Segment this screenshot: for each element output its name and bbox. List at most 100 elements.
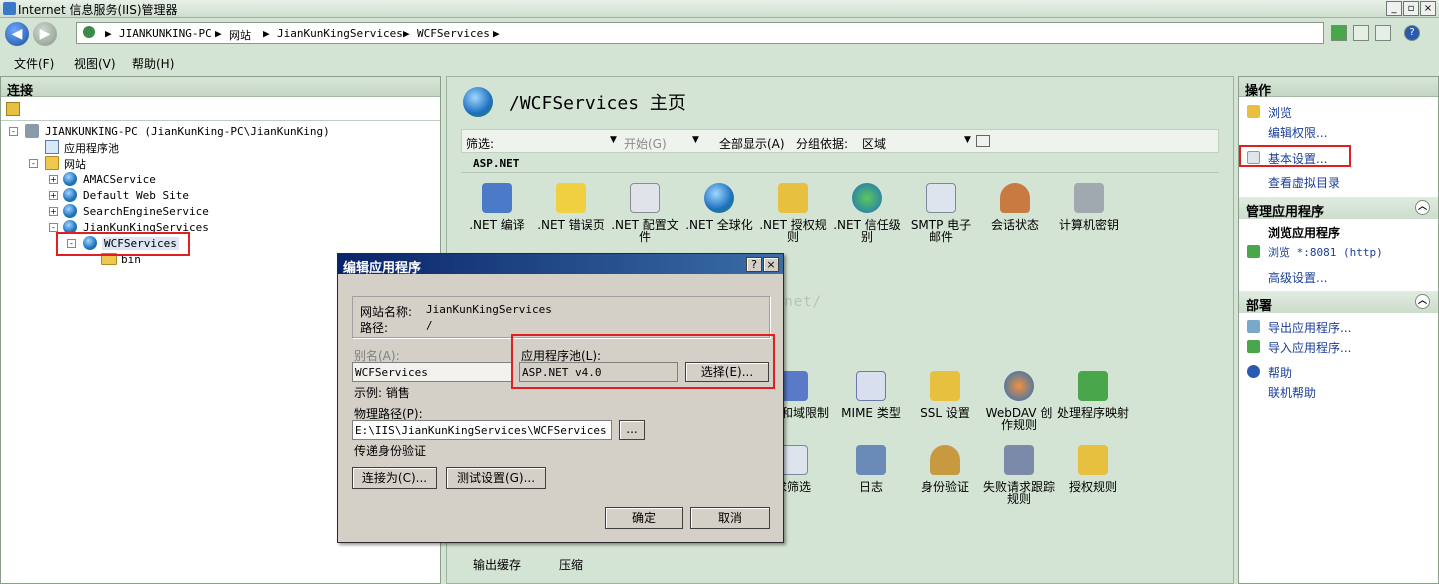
dialog-help-button[interactable]: ? <box>746 257 762 272</box>
action-browse-port[interactable]: 浏览 *:8081 (http) <box>1268 244 1383 260</box>
action-export-app[interactable]: 导出应用程序... <box>1268 319 1351 336</box>
action-advanced-settings[interactable]: 高级设置... <box>1268 269 1327 286</box>
collapse-chevron-icon[interactable]: ︿ <box>1415 294 1430 309</box>
new-connection-icon[interactable] <box>6 102 20 116</box>
feature-ssl[interactable]: SSL 设置 <box>909 371 981 419</box>
stop-icon[interactable] <box>1353 25 1369 41</box>
minimize-button[interactable]: _ <box>1386 1 1402 16</box>
tree-site-amac[interactable]: AMACService <box>83 173 156 186</box>
feature-failed-request-tracing[interactable]: 失败请求跟踪规则 <box>983 445 1055 505</box>
action-online-help[interactable]: 联机帮助 <box>1268 384 1316 401</box>
feature-net-compile[interactable]: .NET 编译 <box>461 183 533 231</box>
action-view-virtual-dirs[interactable]: 查看虚拟目录 <box>1268 174 1340 191</box>
action-help[interactable]: 帮助 <box>1268 364 1292 381</box>
expand-toggle-icon[interactable]: - <box>29 159 38 168</box>
tree-sites[interactable]: 网站 <box>64 156 86 172</box>
globe-icon <box>704 183 734 213</box>
feature-authorization-rules[interactable]: 授权规则 <box>1057 445 1129 493</box>
feature-net-globalization[interactable]: .NET 全球化 <box>683 183 755 231</box>
restore-button[interactable]: ▫ <box>1403 1 1419 16</box>
crumb-app[interactable]: WCFServices <box>417 27 490 40</box>
test-settings-button[interactable]: 测试设置(G)... <box>446 467 546 489</box>
tree-site-search[interactable]: SearchEngineService <box>83 205 209 218</box>
dropdown-arrow-icon[interactable]: ▼ <box>610 135 617 145</box>
close-button[interactable]: × <box>1420 1 1436 16</box>
help-icon[interactable]: ? <box>1404 25 1420 41</box>
handler-icon <box>1078 371 1108 401</box>
page-title: /WCFServices 主页 <box>509 93 686 114</box>
action-browse[interactable]: 浏览 <box>1268 104 1292 121</box>
feature-handler-mappings[interactable]: 处理程序映射 <box>1057 371 1129 419</box>
forward-arrow-icon[interactable]: ▶ <box>33 22 57 46</box>
group-header-aspnet: ASP.NET <box>473 157 520 170</box>
expand-toggle-icon[interactable]: + <box>49 191 58 200</box>
trust-globe-icon <box>852 183 882 213</box>
physical-path-input[interactable]: E:\IIS\JianKunKingServices\WCFServices <box>352 420 612 440</box>
address-bar[interactable]: ▶ JIANKUNKING-PC ▶ 网站 ▶ JianKunKingServi… <box>76 22 1324 44</box>
tree-server[interactable]: JIANKUNKING-PC (JianKunKing-PC\JianKunKi… <box>45 125 330 138</box>
menu-help[interactable]: 帮助(H) <box>132 55 174 72</box>
expand-toggle-icon[interactable]: - <box>9 127 18 136</box>
group-by-select[interactable]: 区域 <box>862 135 886 152</box>
back-arrow-icon[interactable]: ◀ <box>5 22 29 46</box>
tree-site-jiankunking[interactable]: JianKunKingServices <box>83 221 209 234</box>
action-basic-settings[interactable]: 基本设置... <box>1268 150 1327 167</box>
expand-toggle-icon[interactable]: + <box>49 175 58 184</box>
menu-file[interactable]: 文件(F) <box>14 55 54 72</box>
site-globe-icon <box>63 188 77 202</box>
tree-site-default[interactable]: Default Web Site <box>83 189 189 202</box>
feature-mime-types[interactable]: MIME 类型 <box>835 371 907 419</box>
path-label: 路径: <box>360 321 389 335</box>
browse-port-icon <box>1247 245 1260 258</box>
browse-app-label: 浏览应用程序 <box>1268 226 1341 240</box>
feature-net-authorization[interactable]: .NET 授权规则 <box>757 183 829 243</box>
browse-path-button[interactable]: ... <box>619 420 645 440</box>
feature-logging[interactable]: 日志 <box>835 445 907 493</box>
feature-net-error-pages[interactable]: .NET 错误页 <box>535 183 607 231</box>
expand-toggle-icon[interactable]: - <box>67 239 76 248</box>
feature-smtp[interactable]: SMTP 电子邮件 <box>905 183 977 243</box>
start-button[interactable]: 开始(G) <box>624 135 667 152</box>
cancel-button[interactable]: 取消 <box>690 507 770 529</box>
feature-session-state[interactable]: 会话状态 <box>979 183 1051 231</box>
feature-machine-key[interactable]: 计算机密钥 <box>1053 183 1125 231</box>
feature-net-trust[interactable]: .NET 信任级别 <box>831 183 903 243</box>
address-toolbar: ◀ ▶ ▶ JIANKUNKING-PC ▶ 网站 ▶ JianKunKingS… <box>0 18 1439 50</box>
action-import-app[interactable]: 导入应用程序... <box>1268 339 1351 356</box>
address-globe-icon <box>83 26 95 38</box>
select-pool-button[interactable]: 选择(E)... <box>685 362 769 382</box>
feature-webdav[interactable]: WebDAV 创作规则 <box>983 371 1055 431</box>
bin-folder-icon <box>101 253 117 265</box>
dialog-close-button[interactable]: × <box>763 257 779 272</box>
action-edit-permissions[interactable]: 编辑权限... <box>1268 124 1327 141</box>
connect-as-button[interactable]: 连接为(C)... <box>352 467 437 489</box>
dropdown-arrow-icon[interactable]: ▼ <box>692 135 699 145</box>
crumb-site[interactable]: JianKunKingServices <box>277 27 403 40</box>
expand-toggle-icon[interactable]: + <box>49 207 58 216</box>
tree-bin[interactable]: bin <box>121 253 141 266</box>
ok-button[interactable]: 确定 <box>605 507 683 529</box>
view-mode-icon[interactable] <box>976 135 990 147</box>
toolbar-divider <box>1 120 440 121</box>
alias-input[interactable]: WCFServices <box>352 362 512 382</box>
feature-authentication[interactable]: 身份验证 <box>909 445 981 493</box>
feature-net-profile[interactable]: .NET 配置文件 <box>609 183 681 243</box>
pass-through-auth-label: 传递身份验证 <box>354 444 427 458</box>
filter-input[interactable] <box>502 132 616 150</box>
dropdown-arrow-icon[interactable]: ▼ <box>964 135 971 145</box>
show-all-button[interactable]: 全部显示(A) <box>719 135 785 152</box>
collapse-chevron-icon[interactable]: ︿ <box>1415 200 1430 215</box>
expand-toggle-icon[interactable]: - <box>49 223 58 232</box>
mime-icon <box>856 371 886 401</box>
menu-view[interactable]: 视图(V) <box>74 55 116 72</box>
home-icon[interactable] <box>1375 25 1391 41</box>
iis-app-icon <box>3 2 16 15</box>
tree-app-wcfservices[interactable]: WCFServices <box>102 237 179 250</box>
site-name-value: JianKunKingServices <box>426 303 552 316</box>
site-info-group <box>352 296 770 338</box>
tree-app-pools[interactable]: 应用程序池 <box>64 140 119 156</box>
actions-pane: 操作 浏览 编辑权限... 基本设置... 查看虚拟目录 管理应用程序 ︿ 浏览… <box>1238 76 1439 584</box>
crumb-server[interactable]: JIANKUNKING-PC <box>119 27 212 40</box>
refresh-icon[interactable] <box>1331 25 1347 41</box>
crumb-sites[interactable]: 网站 <box>229 27 251 43</box>
